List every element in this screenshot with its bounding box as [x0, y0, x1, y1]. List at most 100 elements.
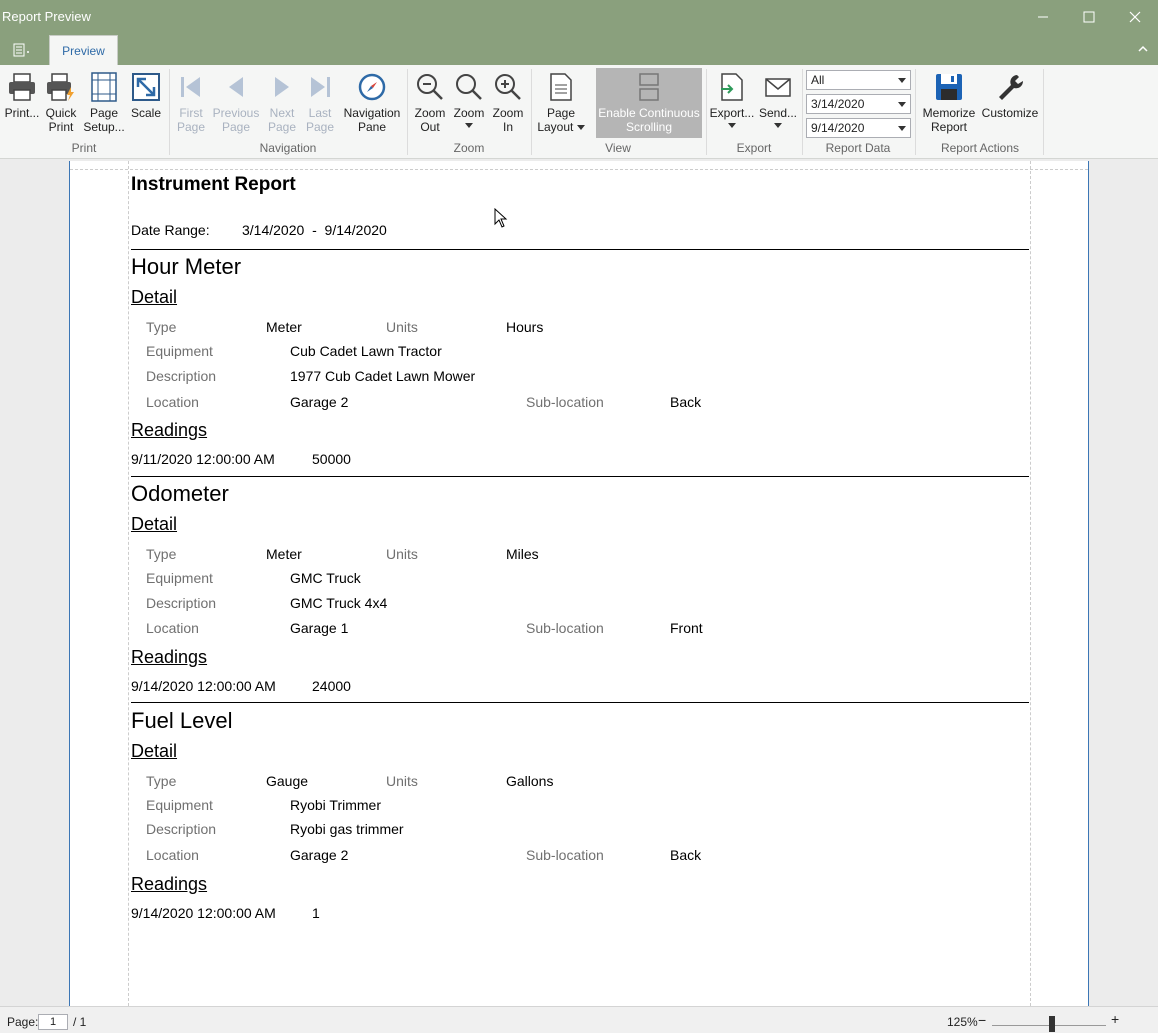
zoom-in-label: Zoom In: [492, 106, 524, 134]
report-page: [69, 161, 1089, 1006]
zoom-in-button[interactable]: Zoom In: [490, 70, 526, 140]
units-label: Units: [386, 546, 418, 562]
page-margin-right: [1030, 161, 1031, 1006]
zoom-in-icon: [495, 74, 521, 100]
minimize-icon: [1038, 16, 1048, 18]
print-label: Print...: [4, 106, 40, 120]
section-divider: [131, 249, 1029, 250]
memorize-report-label: Memorize Report: [922, 106, 976, 134]
filter-combo[interactable]: All: [806, 70, 911, 90]
end-date-combo[interactable]: 9/14/2020: [806, 118, 911, 138]
status-bar: Page: 1 / 1 125% − +: [0, 1006, 1158, 1033]
chevron-down-icon: [465, 123, 473, 128]
start-date-value: 3/14/2020: [811, 97, 865, 111]
chevron-down-icon: [728, 123, 736, 128]
equipment-value: Ryobi Trimmer: [290, 797, 382, 813]
first-page-button[interactable]: First Page: [172, 70, 210, 140]
date-range-label: Date Range:: [131, 222, 210, 238]
chevron-down-icon: [576, 125, 585, 130]
units-value: Hours: [506, 319, 544, 335]
reading-value: 1: [312, 905, 320, 921]
scale-button[interactable]: Scale: [128, 70, 164, 140]
sublocation-label: Sub-location: [526, 620, 604, 636]
page-setup-icon: [91, 72, 117, 102]
reading-date: 9/11/2020 12:00:00 AM: [131, 451, 275, 467]
reading-value: 50000: [312, 451, 351, 467]
compass-icon: [358, 73, 386, 101]
next-page-label: Next Page: [267, 106, 297, 134]
report-title: Instrument Report: [131, 174, 296, 195]
chevron-down-icon: [898, 102, 906, 107]
mouse-cursor-icon: [494, 208, 508, 228]
scale-label: Scale: [130, 106, 162, 120]
continuous-scrolling-label: Enable Continuous Scrolling: [598, 106, 700, 134]
quick-print-button[interactable]: Quick Print: [42, 70, 80, 140]
zoom-minus-button[interactable]: −: [978, 1012, 986, 1028]
window-title: Report Preview: [2, 9, 91, 24]
location-label: Location: [146, 394, 199, 410]
page-margin-left: [128, 161, 129, 1006]
continuous-scrolling-button[interactable]: Enable Continuous Scrolling: [596, 68, 702, 138]
section-title: Odometer: [131, 481, 229, 506]
page-margin-top: [70, 169, 1088, 170]
group-label-print: Print: [71, 141, 97, 155]
sublocation-label: Sub-location: [526, 394, 604, 410]
app-menu-button[interactable]: [8, 41, 36, 59]
readings-heading: Readings: [131, 647, 208, 667]
memorize-report-button[interactable]: Memorize Report: [920, 70, 978, 140]
section-title: Hour Meter: [131, 254, 242, 279]
description-label: Description: [146, 821, 217, 837]
navigation-pane-label: Navigation Pane: [343, 106, 401, 134]
location-label: Location: [146, 847, 199, 863]
units-value: Miles: [506, 546, 539, 562]
printer-icon: [9, 73, 35, 101]
zoom-plus-button[interactable]: +: [1111, 1011, 1119, 1027]
equipment-value: Cub Cadet Lawn Tractor: [290, 343, 442, 359]
group-separator: [1043, 69, 1044, 155]
close-button[interactable]: [1112, 0, 1158, 34]
type-label: Type: [146, 773, 177, 789]
navigation-pane-button[interactable]: Navigation Pane: [340, 70, 404, 140]
send-label: Send...: [758, 106, 798, 120]
customize-button[interactable]: Customize: [980, 70, 1040, 140]
page-layout-button[interactable]: Page Layout: [536, 70, 586, 140]
equipment-label: Equipment: [146, 343, 213, 359]
maximize-button[interactable]: [1066, 0, 1112, 34]
tab-preview[interactable]: Preview: [49, 35, 118, 65]
collapse-ribbon-icon[interactable]: [1136, 42, 1150, 56]
sublocation-value: Back: [670, 847, 702, 863]
last-page-icon: [311, 77, 330, 97]
type-label: Type: [146, 546, 177, 562]
customize-label: Customize: [981, 106, 1039, 120]
zoom-button[interactable]: Zoom: [450, 70, 488, 140]
zoom-slider-thumb[interactable]: [1049, 1016, 1055, 1032]
next-page-button[interactable]: Next Page: [264, 70, 300, 140]
last-page-button[interactable]: Last Page: [302, 70, 338, 140]
group-label-view: View: [605, 141, 631, 155]
start-date-combo[interactable]: 3/14/2020: [806, 94, 911, 114]
chevron-down-icon: [898, 78, 906, 83]
description-value: 1977 Cub Cadet Lawn Mower: [290, 368, 476, 384]
send-button[interactable]: Send...: [756, 70, 800, 140]
print-button[interactable]: Print...: [4, 70, 40, 140]
title-bar: Report Preview: [0, 0, 1158, 34]
minimize-button[interactable]: [1020, 0, 1066, 34]
export-button[interactable]: Export...: [710, 70, 754, 140]
page-number-input[interactable]: 1: [38, 1014, 68, 1030]
sublocation-label: Sub-location: [526, 847, 604, 863]
quick-printer-icon: [47, 73, 74, 101]
page-label: Page:: [7, 1015, 39, 1029]
equipment-value: GMC Truck: [290, 570, 361, 586]
reading-value: 24000: [312, 678, 351, 694]
zoom-icon: [456, 74, 482, 100]
zoom-label: Zoom: [453, 106, 485, 120]
detail-heading: Detail: [131, 741, 178, 761]
previous-page-button[interactable]: Previous Page: [212, 70, 260, 140]
sublocation-value: Back: [670, 394, 702, 410]
units-label: Units: [386, 773, 418, 789]
quick-print-label: Quick Print: [45, 106, 77, 134]
page-setup-button[interactable]: Page Setup...: [83, 70, 125, 140]
section-divider: [131, 702, 1029, 703]
end-date-value: 9/14/2020: [811, 121, 865, 135]
zoom-out-button[interactable]: Zoom Out: [412, 70, 448, 140]
